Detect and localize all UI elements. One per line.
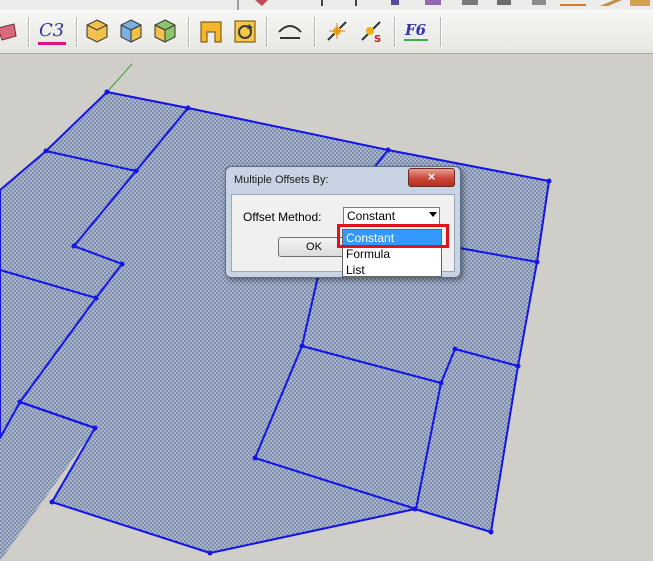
highlight-annotation bbox=[337, 224, 449, 248]
polygon-surface[interactable] bbox=[0, 53, 653, 561]
plugin-toolbar: C3 S F6 bbox=[0, 10, 653, 54]
close-button[interactable]: × bbox=[408, 168, 455, 187]
arc-offset-icon[interactable] bbox=[275, 16, 305, 46]
chevron-down-icon bbox=[429, 212, 437, 217]
offset-method-label: Offset Method: bbox=[243, 210, 322, 224]
s-label: S bbox=[374, 34, 381, 44]
hexagon-orange-icon[interactable] bbox=[82, 16, 112, 46]
c3-label: C3 bbox=[39, 20, 64, 41]
offset-method-value: Constant bbox=[347, 209, 396, 223]
line-spark-icon[interactable] bbox=[322, 16, 352, 46]
gate-icon[interactable] bbox=[196, 16, 226, 46]
option-list[interactable]: List bbox=[343, 262, 441, 278]
f6-icon[interactable]: F6 bbox=[402, 16, 432, 46]
option-formula[interactable]: Formula bbox=[343, 246, 441, 262]
c3-icon[interactable]: C3 bbox=[36, 16, 66, 46]
line-spark-s-icon[interactable]: S bbox=[356, 16, 386, 46]
dialog-title: Multiple Offsets By: bbox=[234, 174, 329, 186]
hexagon-blue-icon[interactable] bbox=[116, 16, 146, 46]
viewport[interactable] bbox=[0, 53, 653, 561]
surface-outline bbox=[0, 91, 550, 554]
green-axis-line bbox=[106, 63, 133, 93]
hexagon-green-icon[interactable] bbox=[150, 16, 180, 46]
f6-label: F6 bbox=[404, 21, 427, 39]
rotate-frame-icon[interactable] bbox=[230, 16, 260, 46]
offset-method-select[interactable]: Constant bbox=[343, 207, 440, 225]
partial-red-icon[interactable] bbox=[0, 16, 22, 46]
